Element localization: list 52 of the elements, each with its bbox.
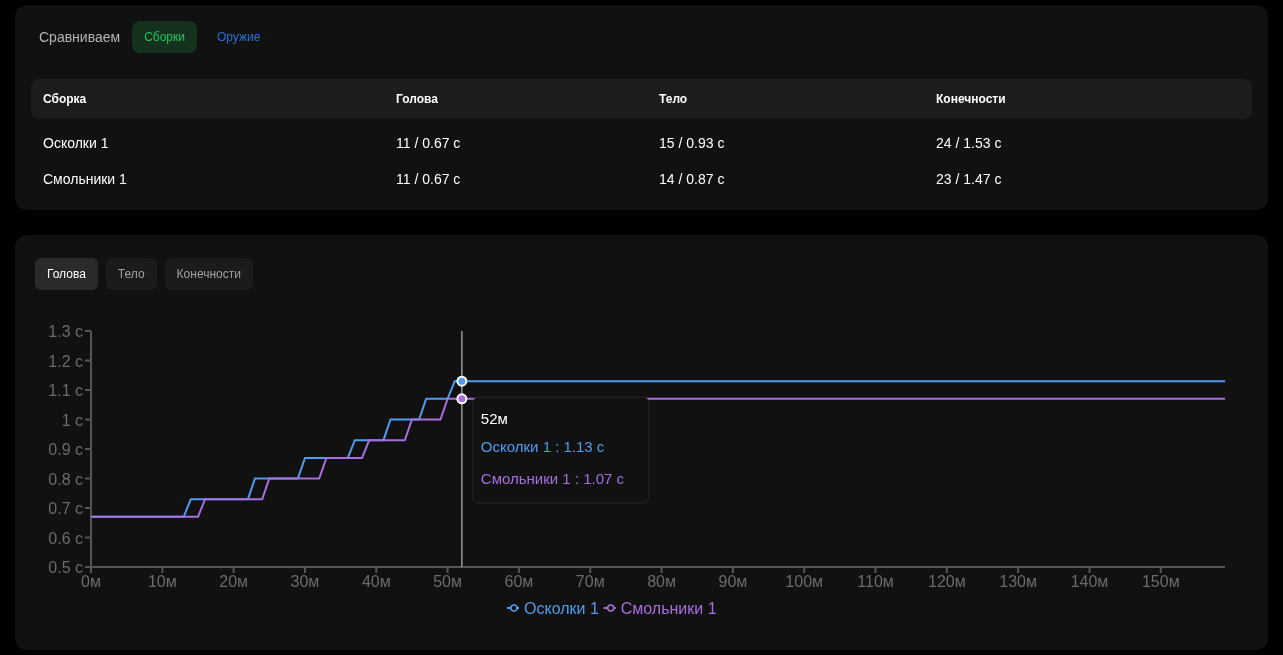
x-tick-label: 20м	[219, 573, 249, 590]
table-cell-text: 15 / 0.93 с	[659, 133, 726, 153]
data-point-marker	[456, 375, 468, 387]
chart-tab[interactable]: Конечности	[164, 258, 253, 290]
compare-label: Сравниваем	[39, 27, 121, 47]
y-tick-label: 1 с	[61, 411, 83, 429]
legend-label: Смольники 1	[620, 600, 717, 617]
table-cell-text: Осколки 1	[43, 133, 110, 153]
table-cell-text: 11 / 0.67 с	[396, 169, 462, 189]
table-cell-text: Смольники 1	[43, 169, 128, 189]
y-tick-label: 1.2 с	[48, 352, 83, 370]
y-tick-label: 0.8 с	[48, 470, 83, 488]
data-point-marker	[456, 393, 468, 405]
y-tick-label: 0.5 с	[48, 559, 83, 576]
x-tick-label: 70м	[575, 573, 605, 590]
table-cell-text: 23 / 1.47 с	[936, 169, 1003, 189]
column-header: Конечности	[936, 91, 1007, 108]
y-tick-label: 1.1 с	[48, 382, 83, 399]
x-tick-label: 150м	[1141, 573, 1180, 590]
toggle-button[interactable]: Сборки	[132, 21, 197, 53]
x-tick-label: 30м	[290, 573, 320, 590]
x-tick-label: 120м	[928, 573, 966, 590]
y-tick-label: 0.7 с	[48, 500, 83, 517]
column-header: Сборка	[43, 91, 88, 108]
x-tick-label: 0м	[81, 573, 101, 590]
x-tick-label: 130м	[999, 573, 1037, 590]
column-header: Тело	[659, 91, 689, 108]
chart-tab[interactable]: Тело	[105, 258, 157, 290]
legend-line-icon	[506, 604, 520, 612]
x-tick-label: 40м	[361, 573, 391, 590]
toggle-button[interactable]: Оружие	[205, 21, 273, 53]
column-header: Голова	[396, 91, 439, 108]
x-tick-label: 80м	[647, 573, 676, 590]
y-tick-label: 0.6 с	[48, 529, 83, 547]
legend-line-icon	[602, 604, 617, 612]
table-cell-text: 14 / 0.87 с	[659, 169, 726, 189]
x-tick-label: 60м	[504, 573, 534, 590]
y-tick-label: 1.3 с	[48, 323, 83, 340]
x-tick-label: 50м	[433, 573, 462, 590]
tooltip-value: Осколки 1 : 1.13 с	[480, 438, 605, 455]
x-tick-label: 110м	[857, 573, 894, 590]
tooltip-value: Смольники 1 : 1.07 с	[480, 470, 625, 487]
x-tick-label: 90м	[718, 573, 748, 590]
x-tick-label: 100м	[785, 573, 824, 590]
chart-tab[interactable]: Голова	[35, 258, 98, 290]
tooltip-title: 52м	[480, 410, 508, 427]
y-tick-label: 0.9 с	[48, 441, 83, 458]
x-tick-label: 10м	[147, 573, 177, 590]
legend-label: Осколки 1	[524, 600, 599, 617]
x-tick-label: 140м	[1070, 573, 1109, 590]
table-cell-text: 24 / 1.53 с	[936, 133, 1003, 153]
table-cell-text: 11 / 0.67 с	[396, 133, 462, 153]
